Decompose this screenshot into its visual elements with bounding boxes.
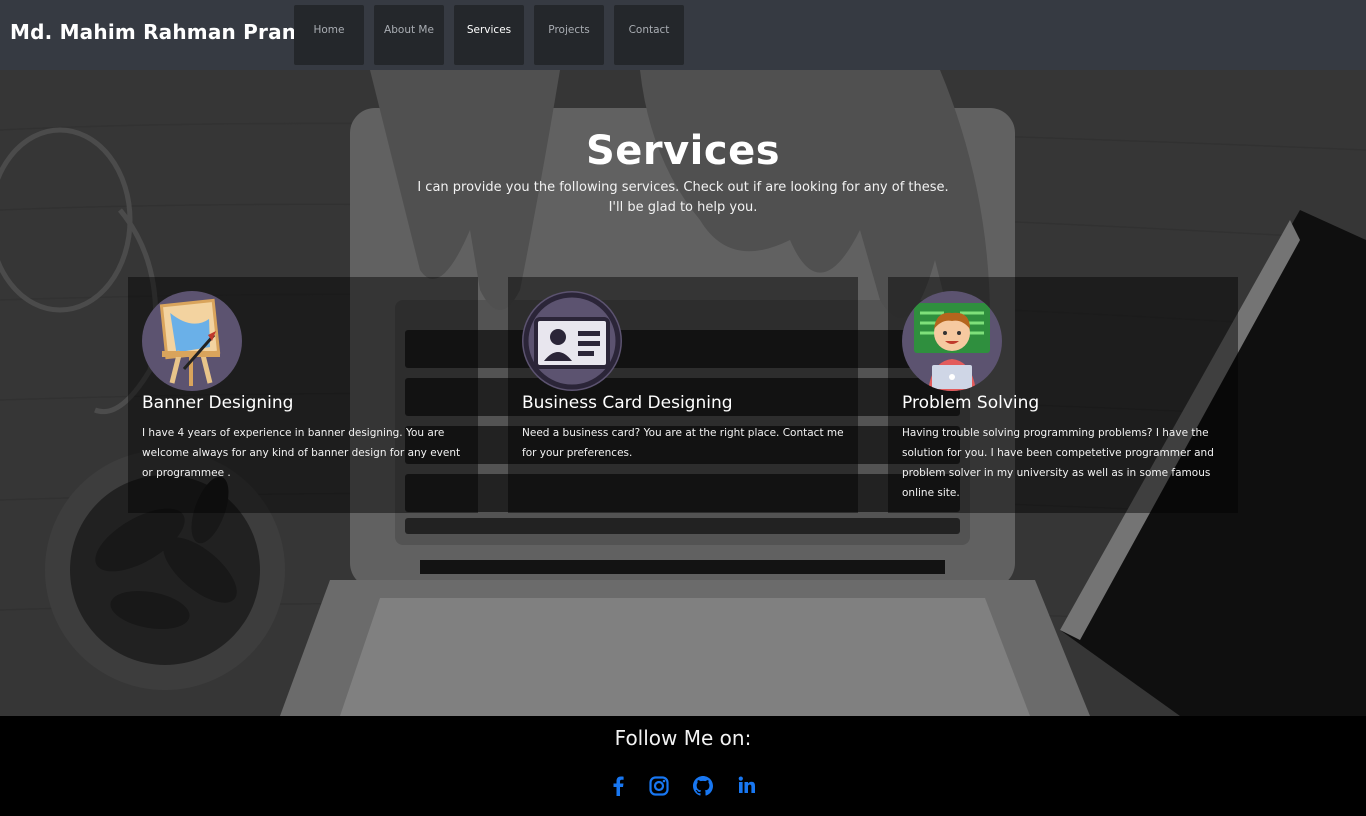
nav-projects[interactable]: Projects [534,5,604,65]
site-footer: Follow Me on: [0,716,1366,816]
card-text: I have 4 years of experience in banner d… [142,427,461,479]
card-text: Having trouble solving programming probl… [902,427,1214,499]
nav-home[interactable]: Home [294,5,364,65]
programmer-icon [902,291,1002,391]
subtitle-line-1: I can provide you the following services… [417,180,949,195]
service-card-banner: Banner Designing I have 4 years of exper… [128,277,478,513]
subtitle-line-2: I'll be glad to help you. [608,200,758,215]
site-brand[interactable]: Md. Mahim Rahman Pranto [10,20,320,44]
card-title: Problem Solving [902,393,1040,413]
follow-label: Follow Me on: [614,726,752,750]
linkedin-icon[interactable] [738,776,756,794]
easel-icon [142,291,242,391]
main-nav: Home About Me Services Projects Contact [294,5,684,65]
card-title: Business Card Designing [522,393,733,413]
nav-contact[interactable]: Contact [614,5,684,65]
card-text: Need a business card? You are at the rig… [522,427,844,459]
nav-services[interactable]: Services [454,5,524,65]
facebook-icon[interactable] [612,776,624,796]
service-card-problem-solving: Problem Solving Having trouble solving p… [888,277,1238,513]
section-title: Services [585,128,781,174]
github-icon[interactable] [693,776,713,796]
section-subtitle: I can provide you the following services… [0,178,1366,218]
services-section: Services I can provide you the following… [0,70,1366,716]
instagram-icon[interactable] [649,776,669,796]
business-card-icon [522,291,622,391]
nav-about-me[interactable]: About Me [374,5,444,65]
site-header: Md. Mahim Rahman Pranto Home About Me Se… [0,0,1366,70]
card-title: Banner Designing [142,393,294,413]
service-card-business-card: Business Card Designing Need a business … [508,277,858,513]
